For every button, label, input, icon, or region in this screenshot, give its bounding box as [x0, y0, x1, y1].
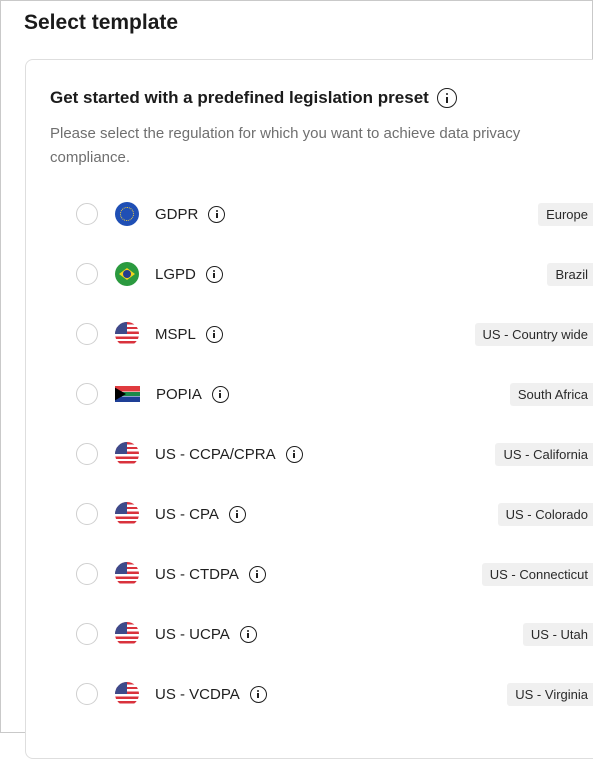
- info-icon[interactable]: [248, 565, 266, 583]
- region-badge: US - Connecticut: [481, 562, 593, 586]
- region-badge: South Africa: [509, 382, 593, 406]
- preset-row-ctdpa[interactable]: US - CTDPA US - Connecticut: [76, 560, 593, 588]
- us-flag-icon: [115, 502, 139, 526]
- us-flag-icon: [115, 322, 139, 346]
- page-title: Select template: [24, 11, 179, 34]
- info-icon[interactable]: [436, 88, 457, 108]
- preset-label: US - CTDPA: [155, 565, 239, 583]
- region-badge: US - Virginia: [507, 682, 593, 706]
- south-africa-flag-icon: [115, 386, 140, 402]
- info-icon[interactable]: [208, 205, 226, 223]
- preset-label: MSPL: [155, 325, 196, 343]
- region-badge: Europe: [538, 202, 593, 226]
- info-icon[interactable]: [228, 505, 246, 523]
- preset-radio[interactable]: [76, 323, 98, 345]
- card-header: Get started with a predefined legislatio…: [50, 88, 457, 108]
- us-flag-icon: [115, 442, 139, 466]
- preset-radio[interactable]: [76, 383, 98, 405]
- us-flag-icon: [115, 682, 139, 706]
- preset-label: US - CCPA/CPRA: [155, 445, 276, 463]
- preset-radio[interactable]: [76, 623, 98, 645]
- preset-row-vcdpa[interactable]: US - VCDPA US - Virginia: [76, 680, 593, 708]
- preset-radio[interactable]: [76, 563, 98, 585]
- region-badge: US - Country wide: [474, 322, 593, 346]
- info-icon[interactable]: [211, 385, 229, 403]
- region-badge: US - Utah: [522, 622, 593, 646]
- preset-label: GDPR: [155, 205, 199, 223]
- preset-row-gdpr[interactable]: GDPR Europe: [76, 200, 593, 228]
- preset-radio[interactable]: [76, 683, 98, 705]
- info-icon[interactable]: [205, 265, 223, 283]
- card-title: Get started with a predefined legislatio…: [50, 88, 429, 107]
- preset-row-ucpa[interactable]: US - UCPA US - Utah: [76, 620, 593, 648]
- info-icon[interactable]: [249, 685, 267, 703]
- preset-label: POPIA: [156, 385, 202, 403]
- preset-label: US - UCPA: [155, 625, 230, 643]
- preset-radio[interactable]: [76, 443, 98, 465]
- brazil-flag-icon: [115, 262, 139, 286]
- region-badge: US - California: [495, 442, 593, 466]
- preset-card: Get started with a predefined legislatio…: [25, 59, 593, 759]
- preset-radio[interactable]: [76, 503, 98, 525]
- us-flag-icon: [115, 562, 139, 586]
- preset-row-mspl[interactable]: MSPL US - Country wide: [76, 320, 593, 348]
- preset-label: LGPD: [155, 265, 196, 283]
- preset-radio[interactable]: [76, 263, 98, 285]
- us-flag-icon: [115, 622, 139, 646]
- preset-row-ccpa-cpra[interactable]: US - CCPA/CPRA US - California: [76, 440, 593, 468]
- preset-label: US - VCDPA: [155, 685, 240, 703]
- info-icon[interactable]: [205, 325, 223, 343]
- preset-label: US - CPA: [155, 505, 219, 523]
- preset-row-popia[interactable]: POPIA South Africa: [76, 380, 593, 408]
- region-badge: Brazil: [547, 262, 593, 286]
- info-icon[interactable]: [239, 625, 257, 643]
- preset-row-cpa[interactable]: US - CPA US - Colorado: [76, 500, 593, 528]
- region-badge: US - Colorado: [497, 502, 593, 526]
- card-description: Please select the regulation for which y…: [50, 125, 521, 166]
- preset-radio[interactable]: [76, 203, 98, 225]
- info-icon[interactable]: [285, 445, 303, 463]
- eu-flag-icon: [115, 202, 139, 226]
- preset-row-lgpd[interactable]: LGPD Brazil: [76, 260, 593, 288]
